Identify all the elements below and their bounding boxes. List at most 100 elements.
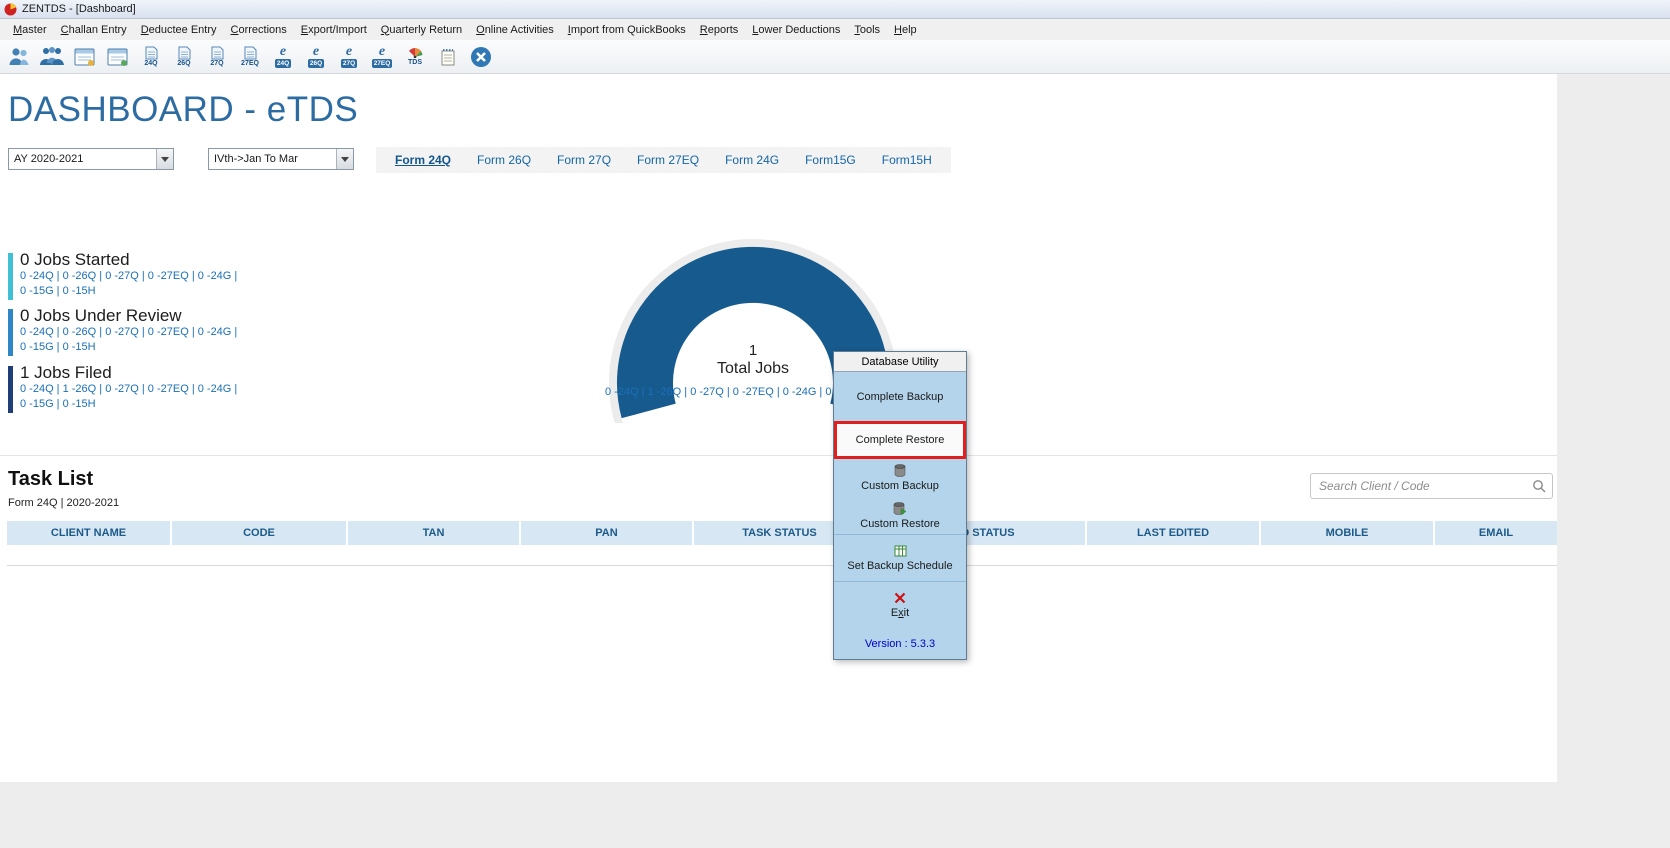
quarter-select[interactable]: IVth->Jan To Mar — [208, 148, 354, 170]
stat-breakdown-line: 0 -24Q | 0 -26Q | 0 -27Q | 0 -27EQ | 0 -… — [20, 270, 238, 282]
close-toolbar-button[interactable] — [468, 42, 494, 72]
tab-form-27eq[interactable]: Form 27EQ — [624, 149, 712, 171]
assessment-year-select[interactable]: AY 2020-2021 — [8, 148, 174, 170]
report-notes-toolbar-button[interactable] — [435, 42, 461, 72]
menu-item-challan-entry[interactable]: Challan Entry — [54, 21, 134, 39]
form-26q-badge: 26Q — [177, 59, 191, 67]
page-title: DASHBOARD - eTDS — [8, 90, 359, 129]
stat-breakdown-line: 0 -24Q | 0 -26Q | 0 -27Q | 0 -27EQ | 0 -… — [20, 326, 238, 338]
form-26q-icon — [176, 46, 192, 60]
popup-item-custom-backup[interactable]: Custom Backup — [834, 459, 966, 497]
tab-form-24g[interactable]: Form 24G — [712, 149, 792, 171]
etds-27eq-icon: e 27EQ — [371, 44, 393, 68]
chevron-down-icon[interactable] — [336, 149, 353, 169]
stat-title: 1 Jobs Filed — [20, 363, 112, 382]
popup-item-complete-restore[interactable]: Complete Restore — [834, 421, 966, 459]
popup-item-label: Custom Restore — [860, 517, 940, 530]
stat-breakdown-line: 0 -15G | 0 -15H — [20, 341, 96, 353]
menu-item-master[interactable]: Master — [6, 21, 54, 39]
menu-item-online-activities[interactable]: Online Activities — [469, 21, 561, 39]
menu-item-deductee-entry[interactable]: Deductee Entry — [134, 21, 224, 39]
deductee-group-toolbar-button[interactable] — [39, 42, 65, 72]
menu-item-reports[interactable]: Reports — [693, 21, 746, 39]
task-table-header: CLIENT NAME CODE TAN PAN TASK STATUS FIL… — [7, 521, 1557, 545]
popup-item-label: Set Backup Schedule — [847, 559, 953, 572]
popup-item-label: Complete Restore — [855, 434, 945, 446]
tab-form-26q[interactable]: Form 26Q — [464, 149, 544, 171]
column-header-code[interactable]: CODE — [172, 521, 348, 545]
report-notes-icon — [439, 47, 457, 67]
tab-form-27q[interactable]: Form 27Q — [544, 149, 624, 171]
form-27eq-icon — [242, 46, 258, 60]
search-icon[interactable] — [1532, 479, 1546, 493]
form-24q-icon — [143, 46, 159, 60]
deductee-group-icon — [39, 46, 65, 68]
tab-form-15h[interactable]: Form15H — [869, 149, 945, 171]
popup-item-complete-backup[interactable]: Complete Backup — [834, 372, 966, 421]
menu-item-quarterly-return[interactable]: Quarterly Return — [374, 21, 469, 39]
column-header-client-name[interactable]: CLIENT NAME — [7, 521, 172, 545]
chevron-down-icon[interactable] — [156, 149, 173, 169]
stat-title: 0 Jobs Under Review — [20, 306, 182, 325]
title-bar: ZENTDS - [Dashboard] — [0, 0, 1670, 19]
form-27q-toolbar-button[interactable]: 27Q — [204, 42, 230, 72]
dashboard-content: DASHBOARD - eTDS AY 2020-2021 IVth->Jan … — [0, 74, 1557, 782]
menu-item-export-import[interactable]: Export/Import — [294, 21, 374, 39]
section-divider — [0, 455, 1557, 456]
form-27q-badge: 27Q — [210, 59, 224, 67]
stat-jobs-filed: 1 Jobs Filed 0 -24Q | 1 -26Q | 0 -27Q | … — [8, 363, 238, 413]
close-icon — [470, 46, 492, 68]
stat-color-bar — [8, 309, 13, 356]
table-row-empty — [7, 545, 1557, 566]
etds-27eq-toolbar-button[interactable]: e 27EQ — [369, 42, 395, 72]
window-title: ZENTDS - [Dashboard] — [22, 3, 136, 15]
menu-bar: Master Challan Entry Deductee Entry Corr… — [0, 19, 1670, 40]
etds-27q-toolbar-button[interactable]: e 27Q — [336, 42, 362, 72]
form-26q-toolbar-button[interactable]: 26Q — [171, 42, 197, 72]
stat-jobs-started: 0 Jobs Started 0 -24Q | 0 -26Q | 0 -27Q … — [8, 250, 238, 300]
task-list-subtitle: Form 24Q | 2020-2021 — [8, 497, 120, 509]
etds-24q-icon: e 24Q — [274, 44, 292, 68]
column-header-last-edited[interactable]: LAST EDITED — [1087, 521, 1261, 545]
menu-item-lower-deductions[interactable]: Lower Deductions — [745, 21, 847, 39]
popup-item-custom-restore[interactable]: Custom Restore — [834, 497, 966, 535]
database-restore-icon — [893, 501, 907, 515]
etds-24q-toolbar-button[interactable]: e 24Q — [270, 42, 296, 72]
challan-form-toolbar-button[interactable] — [72, 42, 98, 72]
menu-item-import-from-quickbooks[interactable]: Import from QuickBooks — [561, 21, 693, 39]
client-search-box — [1310, 473, 1553, 499]
tds-certificate-toolbar-button[interactable]: TDS — [402, 42, 428, 72]
deductee-form-icon — [106, 46, 130, 68]
form-27eq-toolbar-button[interactable]: 27EQ — [237, 42, 263, 72]
tab-form-15g[interactable]: Form15G — [792, 149, 869, 171]
menu-item-tools[interactable]: Tools — [847, 21, 887, 39]
stat-color-bar — [8, 253, 13, 300]
stat-jobs-under-review: 0 Jobs Under Review 0 -24Q | 0 -26Q | 0 … — [8, 306, 238, 356]
stat-color-bar — [8, 366, 13, 413]
search-input[interactable] — [1311, 479, 1532, 493]
clients-toolbar-button[interactable] — [6, 42, 32, 72]
column-header-mobile[interactable]: MOBILE — [1261, 521, 1435, 545]
popup-item-set-backup-schedule[interactable]: Set Backup Schedule — [834, 535, 966, 582]
stat-breakdown-line: 0 -24Q | 1 -26Q | 0 -27Q | 0 -27EQ | 0 -… — [20, 383, 238, 395]
stat-breakdown-line: 0 -15G | 0 -15H — [20, 285, 96, 297]
form-24q-toolbar-button[interactable]: 24Q — [138, 42, 164, 72]
form-27eq-badge: 27EQ — [241, 59, 259, 67]
etds-26q-toolbar-button[interactable]: e 26Q — [303, 42, 329, 72]
clients-icon — [7, 46, 31, 68]
column-header-tan[interactable]: TAN — [348, 521, 521, 545]
deductee-form-toolbar-button[interactable] — [105, 42, 131, 72]
stat-title: 0 Jobs Started — [20, 250, 130, 269]
app-icon[interactable] — [4, 2, 17, 16]
menu-item-corrections[interactable]: Corrections — [224, 21, 294, 39]
popup-item-label: Complete Backup — [856, 390, 944, 403]
popup-item-exit[interactable]: Exit — [834, 582, 966, 629]
menu-item-help[interactable]: Help — [887, 21, 924, 39]
popup-item-label: Custom Backup — [861, 480, 939, 492]
column-header-pan[interactable]: PAN — [521, 521, 694, 545]
stat-breakdown-line: 0 -15G | 0 -15H — [20, 398, 96, 410]
tab-form-24q[interactable]: Form 24Q — [382, 149, 464, 171]
challan-form-icon — [73, 46, 97, 68]
popup-version: Version : 5.3.3 — [864, 638, 936, 650]
column-header-email[interactable]: EMAIL — [1435, 521, 1557, 545]
